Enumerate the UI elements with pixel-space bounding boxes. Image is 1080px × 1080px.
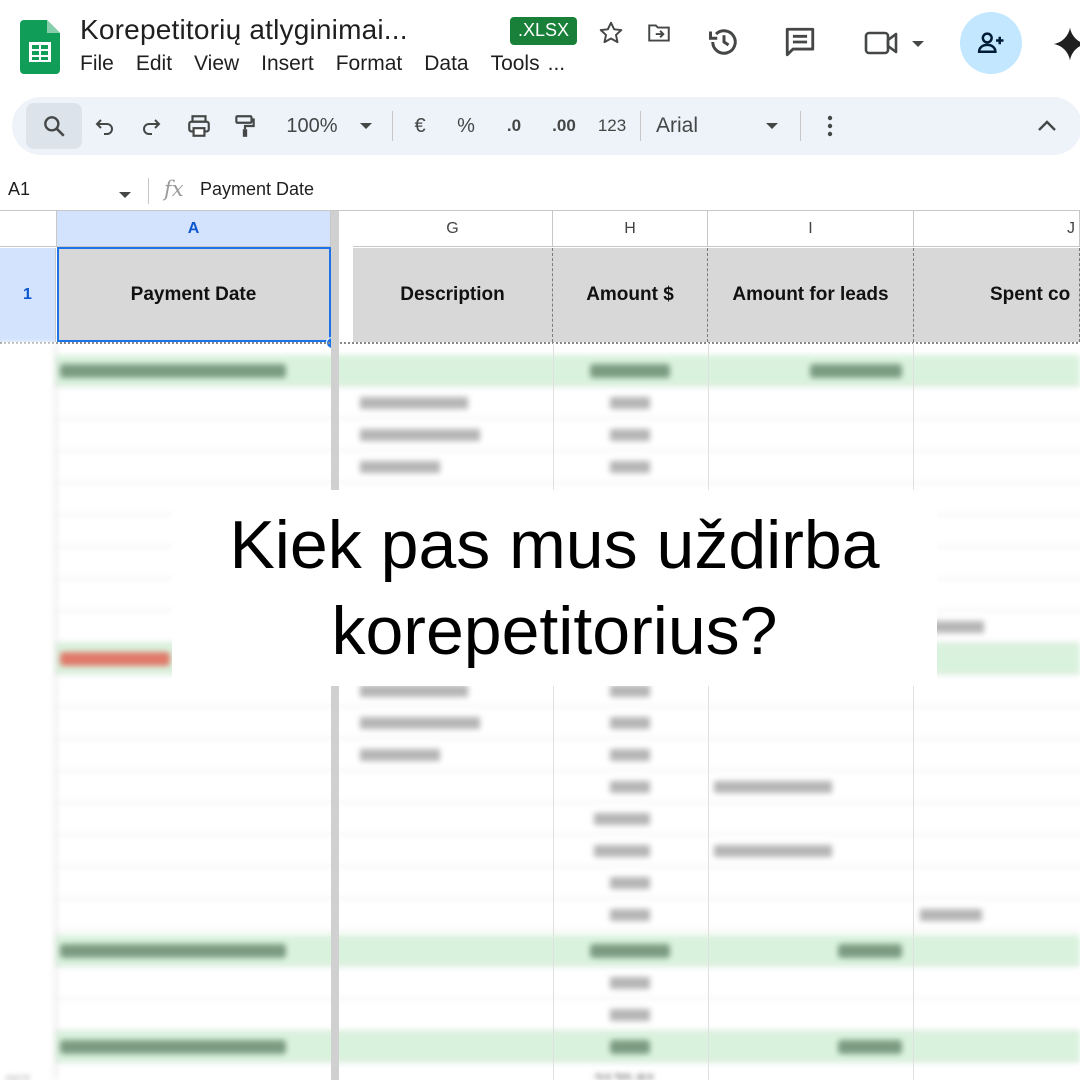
add-person-icon: [977, 32, 1004, 53]
menu-bar: File Edit View Insert Format Data Tools …: [80, 52, 587, 76]
headline-line-1: Kiek pas mus uždirba: [229, 507, 880, 583]
menu-view[interactable]: View: [194, 52, 239, 76]
toolbar-divider: [800, 111, 801, 141]
increase-decimal-button[interactable]: .00: [544, 97, 584, 155]
version-history-icon[interactable]: [704, 22, 744, 62]
print-icon[interactable]: [182, 97, 216, 155]
undo-icon[interactable]: [88, 97, 122, 155]
chevron-down-icon[interactable]: [352, 97, 380, 155]
app-header: Korepetitorių atlyginimai... .XLSX File …: [0, 0, 1080, 92]
search-icon[interactable]: [34, 97, 74, 155]
paint-format-icon[interactable]: [228, 97, 262, 155]
xlsx-badge: .XLSX: [510, 17, 578, 45]
column-header-h[interactable]: H: [553, 211, 708, 247]
redo-icon[interactable]: [134, 97, 168, 155]
data-row: [0, 739, 1080, 771]
header-cell-amount[interactable]: Amount $: [553, 248, 708, 342]
column-header-g[interactable]: G: [353, 211, 553, 247]
data-row: [0, 967, 1080, 999]
data-row: [0, 387, 1080, 419]
zoom-select[interactable]: 100%: [278, 97, 346, 155]
collapse-toolbar-icon[interactable]: [1030, 97, 1064, 155]
comments-icon[interactable]: [780, 22, 820, 62]
active-cell-selection: [57, 247, 331, 342]
gridline: [913, 343, 914, 1080]
header-cell-spent[interactable]: Spent co: [914, 248, 1080, 342]
more-options-icon[interactable]: [818, 97, 842, 155]
header-cell-amount-for-leads[interactable]: Amount for leads: [708, 248, 914, 342]
data-row: [0, 999, 1080, 1031]
header-cell-description[interactable]: Description: [353, 248, 553, 342]
blurred-data-area: 967 2170.81: [0, 343, 1080, 1080]
menu-tools[interactable]: Tools: [491, 52, 540, 76]
formula-bar: A1 fx Payment Date: [0, 170, 1080, 211]
menu-format[interactable]: Format: [336, 52, 403, 76]
toolbar-divider: [392, 111, 393, 141]
group-row: [0, 935, 1080, 967]
number-format-button[interactable]: 123: [592, 97, 632, 155]
last-amount-cell: 2170.81: [594, 1065, 655, 1080]
group-row: [0, 355, 1080, 387]
data-row: [0, 451, 1080, 483]
group-row: [0, 1031, 1080, 1063]
row-header-1[interactable]: 1: [0, 248, 56, 342]
data-row: [0, 707, 1080, 739]
data-row: [0, 419, 1080, 451]
decrease-decimal-button[interactable]: .0: [496, 97, 532, 155]
percent-button[interactable]: %: [452, 97, 480, 155]
data-row: [0, 899, 1080, 931]
share-button[interactable]: [960, 12, 1022, 74]
headline-overlay: Kiek pas mus uždirba korepetitorius?: [172, 490, 937, 686]
gridline: [553, 343, 554, 1080]
column-header-i[interactable]: I: [708, 211, 914, 247]
toolbar-divider: [640, 111, 641, 141]
menu-edit[interactable]: Edit: [136, 52, 172, 76]
row-header-967: 967: [6, 1065, 29, 1080]
data-row: [0, 835, 1080, 867]
data-row: [0, 803, 1080, 835]
blurred-row-headers: [0, 343, 56, 1080]
formula-divider: [148, 178, 149, 204]
data-row: [0, 867, 1080, 899]
star-icon[interactable]: [596, 18, 626, 48]
headline-line-2: korepetitorius?: [331, 593, 778, 669]
toolbar: 100% € % .0 .00 123 Arial: [12, 97, 1080, 155]
menu-file[interactable]: File: [80, 52, 114, 76]
meet-icon[interactable]: [860, 24, 930, 62]
font-chevron-down-icon[interactable]: [760, 97, 784, 155]
sheets-logo-icon[interactable]: [20, 20, 60, 74]
data-row: [0, 771, 1080, 803]
column-header-j[interactable]: J: [914, 211, 1080, 247]
menu-more[interactable]: ...: [548, 52, 566, 76]
menu-data[interactable]: Data: [424, 52, 468, 76]
document-title[interactable]: Korepetitorių atlyginimai...: [80, 14, 408, 46]
name-box-chevron-icon[interactable]: [118, 184, 132, 205]
currency-button[interactable]: €: [406, 97, 434, 155]
menu-insert[interactable]: Insert: [261, 52, 314, 76]
gridline: [708, 343, 709, 1080]
name-box[interactable]: A1: [8, 179, 30, 200]
font-select[interactable]: Arial: [656, 97, 720, 155]
fx-icon: fx: [164, 177, 184, 201]
gemini-icon[interactable]: [1050, 24, 1080, 64]
column-header-a[interactable]: A: [57, 211, 331, 247]
select-all-corner[interactable]: [0, 211, 57, 247]
move-folder-icon[interactable]: [644, 18, 674, 48]
formula-input[interactable]: Payment Date: [200, 179, 314, 200]
